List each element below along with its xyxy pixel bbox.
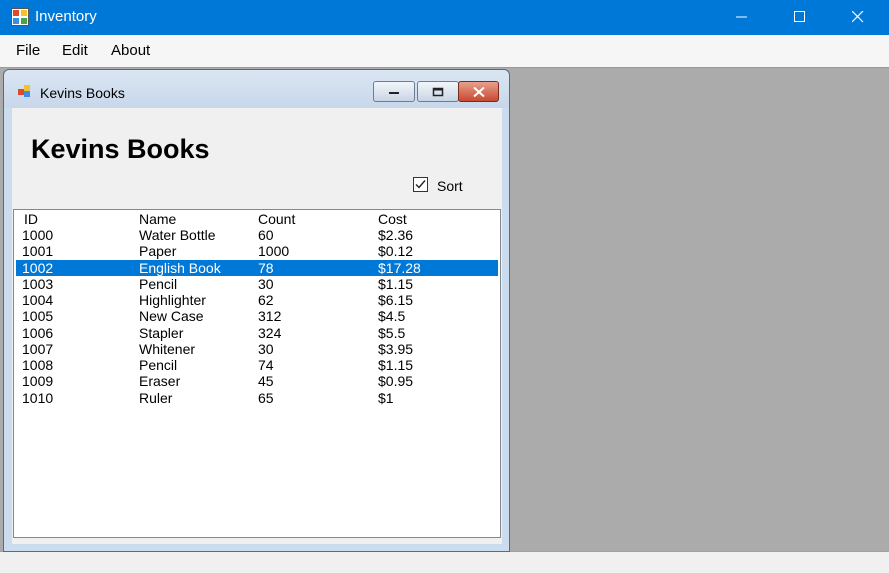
cell-name: Water Bottle [139, 227, 216, 243]
child-titlebar[interactable]: Kevins Books [4, 70, 509, 108]
list-item[interactable]: 1003 Pencil 30 $1.15 [16, 276, 498, 292]
window-titlebar[interactable]: Inventory [0, 0, 889, 35]
cell-count: 30 [258, 275, 274, 292]
minimize-button[interactable] [713, 0, 771, 35]
close-button[interactable] [829, 0, 887, 35]
cell-name: Eraser [139, 373, 181, 390]
cell-cost: $0.95 [378, 373, 414, 390]
checkmark-icon [415, 180, 426, 189]
cell-name: English Book [139, 259, 221, 276]
cell-id: 1000 [22, 227, 54, 243]
list-item[interactable]: 1002 English Book 78 $17.28 [16, 259, 498, 276]
cell-id: 1008 [22, 357, 54, 373]
sort-label[interactable]: Sort [437, 178, 463, 194]
cell-id: 1004 [22, 292, 54, 308]
cell-count: 78 [258, 259, 274, 276]
list-item[interactable]: 1000 Water Bottle 60 $2.36 [16, 227, 498, 243]
cell-cost: $2.36 [378, 227, 414, 243]
list-item[interactable]: 1010 Ruler 65 $1 [16, 390, 498, 406]
cell-id: 1002 [22, 259, 54, 276]
column-header-id[interactable]: ID [24, 211, 38, 227]
column-header-cost[interactable]: Cost [378, 211, 407, 227]
restore-icon [432, 87, 444, 96]
cell-cost: $0.12 [378, 243, 414, 260]
child-title: Kevins Books [40, 85, 125, 101]
child-app-icon [17, 84, 33, 100]
minimize-icon [736, 16, 747, 18]
cell-cost: $17.28 [378, 259, 421, 276]
list-item[interactable]: 1005 New Case 312 $4.5 [16, 308, 498, 324]
listview-header: ID Name Count Cost [16, 211, 498, 227]
cell-count: 30 [258, 340, 274, 357]
cell-count: 60 [258, 227, 274, 243]
cell-name: Ruler [139, 389, 173, 406]
maximize-icon [794, 11, 805, 22]
cell-id: 1006 [22, 324, 54, 341]
cell-name: Stapler [139, 324, 184, 341]
cell-count: 1000 [258, 243, 290, 260]
menu-edit[interactable]: Edit [62, 42, 88, 59]
cell-count: 312 [258, 308, 282, 325]
cell-name: Pencil [139, 275, 178, 292]
cell-cost: $1.15 [378, 357, 414, 373]
cell-cost: $1.15 [378, 275, 414, 292]
list-item[interactable]: 1008 Pencil 74 $1.15 [16, 357, 498, 373]
cell-id: 1010 [22, 389, 54, 406]
app-icon [11, 8, 29, 26]
cell-count: 62 [258, 292, 274, 308]
cell-id: 1009 [22, 373, 54, 390]
list-item[interactable]: 1006 Stapler 324 $5.5 [16, 325, 498, 341]
window-title: Inventory [35, 8, 97, 25]
list-item[interactable]: 1004 Highlighter 62 $6.15 [16, 292, 498, 308]
sort-checkbox[interactable] [413, 177, 428, 192]
cell-name: Whitener [139, 340, 196, 357]
cell-count: 65 [258, 389, 274, 406]
list-item[interactable]: 1009 Eraser 45 $0.95 [16, 373, 498, 389]
maximize-button[interactable] [771, 0, 829, 35]
page-title: Kevins Books [31, 134, 210, 164]
minimize-icon [389, 91, 399, 94]
cell-id: 1005 [22, 308, 54, 325]
menu-file[interactable]: File [16, 42, 40, 59]
child-restore-button[interactable] [417, 81, 459, 102]
list-item[interactable]: 1007 Whitener 30 $3.95 [16, 341, 498, 357]
cell-cost: $4.5 [378, 308, 406, 325]
close-icon [472, 86, 485, 97]
cell-cost: $3.95 [378, 340, 414, 357]
cell-name: Paper [139, 243, 177, 260]
cell-id: 1001 [22, 243, 54, 260]
cell-id: 1007 [22, 340, 54, 357]
column-header-name[interactable]: Name [139, 211, 176, 227]
cell-cost: $6.15 [378, 292, 414, 308]
cell-name: New Case [139, 308, 204, 325]
child-minimize-button[interactable] [373, 81, 415, 102]
cell-cost: $5.5 [378, 324, 406, 341]
menu-about[interactable]: About [111, 42, 150, 59]
list-item[interactable]: 1001 Paper 1000 $0.12 [16, 243, 498, 259]
child-client-area: Kevins Books Sort ID Name Count Cost 100… [12, 108, 502, 544]
cell-count: 324 [258, 324, 282, 341]
cell-name: Pencil [139, 357, 178, 373]
cell-cost: $1 [378, 389, 394, 406]
cell-count: 74 [258, 357, 274, 373]
child-close-button[interactable] [458, 81, 499, 102]
status-strip [0, 551, 889, 573]
child-window[interactable]: Kevins Books Kevins Books Sort ID Name C… [3, 69, 510, 552]
close-icon [852, 11, 864, 23]
cell-id: 1003 [22, 275, 54, 292]
menu-bar: File Edit About [0, 35, 889, 67]
cell-name: Highlighter [139, 292, 206, 308]
cell-count: 45 [258, 373, 274, 390]
column-header-count[interactable]: Count [258, 211, 295, 227]
inventory-listview[interactable]: ID Name Count Cost 1000 Water Bottle 60 $2.… [13, 209, 501, 538]
